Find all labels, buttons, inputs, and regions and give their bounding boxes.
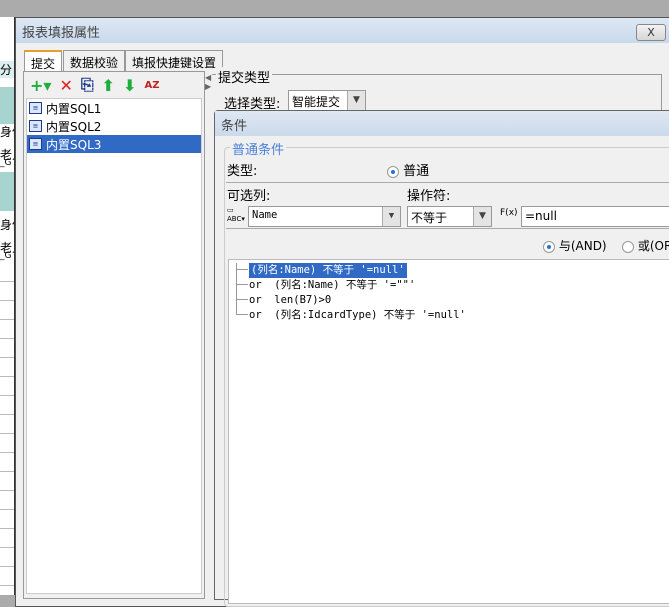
sheet-cell: 分: [0, 61, 14, 78]
and-radio[interactable]: 与(AND): [543, 237, 607, 254]
move-up-icon[interactable]: ⬆: [102, 76, 115, 95]
value-input[interactable]: =null: [521, 206, 669, 227]
sheet-cell: 身份: [0, 218, 14, 232]
or-radio[interactable]: 或(OR: [622, 237, 669, 254]
operator-label: 操作符:: [407, 189, 451, 204]
tab-data-validation[interactable]: 数据校验: [63, 50, 126, 72]
splitter[interactable]: ◀ ▶: [205, 71, 214, 599]
table-icon: ≡: [29, 102, 42, 114]
group-title: 普通条件: [230, 139, 287, 158]
type-label: 类型:: [227, 164, 258, 179]
background-spreadsheet: 分 身份 老人 _G 身份 老人 _G: [0, 17, 15, 595]
condition-row[interactable]: or len(B7)>0: [249, 293, 331, 308]
dialog-title: 条件: [215, 111, 669, 136]
column-type-icon[interactable]: ▭ ABC▾: [227, 206, 247, 226]
chevron-down-icon: ▼: [382, 207, 400, 226]
sort-icon[interactable]: AZ: [144, 80, 159, 91]
type-normal-radio[interactable]: 普通: [387, 160, 429, 179]
tab-shortcut-settings[interactable]: 填报快捷键设置: [125, 50, 224, 72]
list-item[interactable]: ≡ 内置SQL2: [27, 117, 201, 135]
sheet-cell: _G: [0, 251, 12, 261]
copy-icon[interactable]: ⎘: [81, 75, 94, 95]
group-title: 提交类型: [216, 67, 273, 86]
operator-select[interactable]: 不等于 ▼: [407, 206, 492, 227]
close-button[interactable]: X: [636, 24, 666, 41]
column-select[interactable]: Name ▼: [248, 206, 401, 227]
move-down-icon[interactable]: ⬇: [123, 76, 136, 95]
table-icon: ≡: [29, 138, 42, 150]
sheet-cell: _G: [0, 158, 12, 168]
list-item[interactable]: ≡ 内置SQL1: [27, 99, 201, 117]
condition-row[interactable]: or (列名:IdcardType) 不等于 '=null': [249, 308, 466, 323]
list-item[interactable]: ≡ 内置SQL3: [27, 135, 201, 153]
condition-row[interactable]: or (列名:Name) 不等于 '=""': [249, 278, 415, 293]
condition-tree: (列名:Name) 不等于 '=null' or (列名:Name) 不等于 '…: [228, 259, 669, 604]
submit-type-select[interactable]: 智能提交 ▼: [288, 90, 366, 111]
chevron-down-icon: ▼: [473, 207, 491, 226]
list-toolbar: +▾ ✕ ⎘ ⬆ ⬇ AZ: [26, 74, 159, 96]
sheet-cell: [0, 172, 14, 211]
condition-row[interactable]: (列名:Name) 不等于 '=null': [249, 263, 407, 278]
sheet-cell: 身份: [0, 125, 14, 139]
sheet-cell: [0, 87, 14, 124]
table-icon: ≡: [29, 120, 42, 132]
delete-icon[interactable]: ✕: [59, 76, 72, 95]
sql-list: ≡ 内置SQL1 ≡ 内置SQL2 ≡ 内置SQL3: [26, 98, 202, 594]
condition-dialog: 条件 普通条件 类型: 普通 可选列: 操作符: ▭ ABC▾ Name ▼ 不等于…: [214, 110, 669, 607]
add-icon[interactable]: +▾: [30, 76, 51, 95]
chevron-down-icon: ▼: [347, 91, 365, 110]
dialog-title: 报表填报属性: [16, 18, 669, 43]
columns-label: 可选列:: [227, 189, 271, 204]
tab-submit[interactable]: 提交: [24, 50, 63, 73]
formula-icon[interactable]: F(x): [500, 208, 518, 218]
submit-list-panel: +▾ ✕ ⎘ ⬆ ⬇ AZ ≡ 内置SQL1 ≡ 内置SQL2 ≡ 内置SQL3: [23, 71, 205, 599]
submit-type-group: 提交类型 选择类型: 智能提交 ▼: [212, 67, 662, 114]
